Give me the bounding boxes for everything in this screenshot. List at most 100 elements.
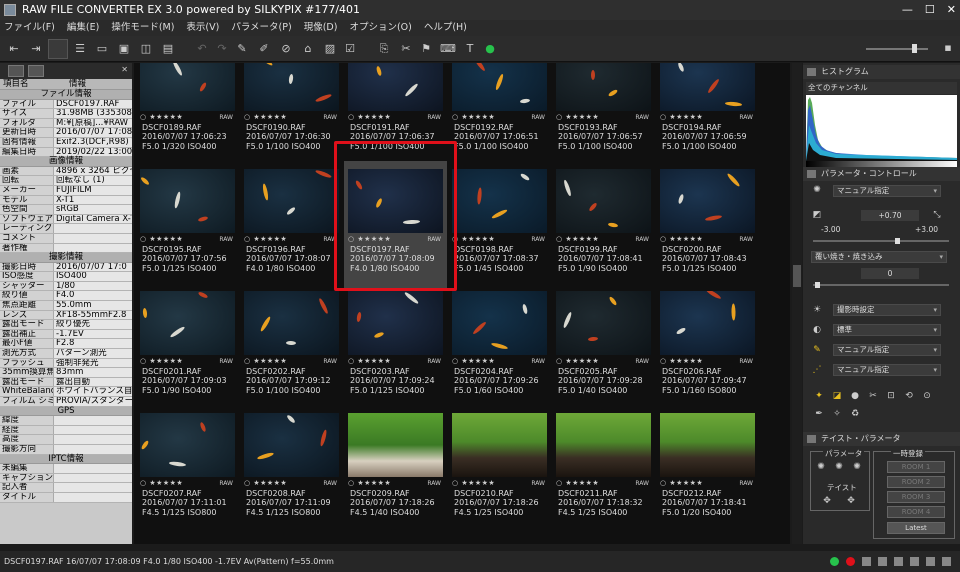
menu-mode[interactable]: 操作モード(M)	[111, 20, 174, 36]
thumbnail-card[interactable]: ○ ★★★★★ RAW DSCF0203.RAF 2016/07/07 17:09:2…	[344, 283, 447, 412]
info-row[interactable]: コメント	[0, 233, 132, 244]
menu-options[interactable]: オプション(O)	[349, 20, 411, 36]
rating-stars[interactable]: ○ ★★★★★	[244, 113, 287, 121]
info-row[interactable]: フラッシュ 強制非発光	[0, 358, 132, 369]
color-select[interactable]: マニュアル指定	[833, 364, 941, 376]
photo-thumbnail[interactable]	[244, 291, 339, 355]
photo-thumbnail[interactable]	[348, 63, 443, 111]
thumbnail-card[interactable]: ○ ★★★★★ RAW DSCF0194.RAF 2016/07/07 17:06:5…	[656, 63, 759, 168]
exposure-slider-knob[interactable]	[895, 238, 900, 244]
minimize-icon[interactable]: —	[902, 0, 913, 20]
check-icon[interactable]: ●	[482, 41, 498, 57]
status-icon-7[interactable]	[926, 557, 935, 566]
grid-scrollbar[interactable]	[792, 63, 802, 544]
thumbnail-card[interactable]: ○ ★★★★★ RAW DSCF0211.RAF 2016/07/07 17:18:3…	[552, 405, 655, 534]
photo-thumbnail[interactable]	[556, 169, 651, 233]
dodge-burn-slider[interactable]	[813, 284, 949, 286]
thumbnail-card[interactable]: ○ ★★★★★ RAW DSCF0193.RAF 2016/07/07 17:06:5…	[552, 63, 655, 168]
single-view-icon[interactable]: ▭	[94, 41, 110, 57]
status-ok-icon[interactable]	[830, 557, 839, 566]
thumbnail-card[interactable]: ○ ★★★★★ RAW DSCF0202.RAF 2016/07/07 17:09:1…	[240, 283, 343, 412]
info-tab-icon[interactable]	[8, 65, 24, 77]
info-row[interactable]: 経度	[0, 425, 132, 436]
thumbnail-card[interactable]: ○ ★★★★★ RAW DSCF0210.RAF 2016/07/07 17:18:2…	[448, 405, 551, 534]
rating-stars[interactable]: ○ ★★★★★	[452, 357, 495, 365]
rating-stars[interactable]: ○ ★★★★★	[452, 235, 495, 243]
zoom-slider[interactable]	[866, 48, 928, 50]
rating-stars[interactable]: ○ ★★★★★	[660, 113, 703, 121]
rating-stars[interactable]: ○ ★★★★★	[452, 479, 495, 487]
info-row[interactable]: タイトル	[0, 492, 132, 503]
info-row[interactable]: フォルダ M:¥[原稿]...¥RAW	[0, 118, 132, 129]
maximize-icon[interactable]: ☐	[925, 0, 935, 20]
tool-6-icon[interactable]: ☑	[342, 41, 358, 57]
grid-view-icon[interactable]	[48, 39, 68, 59]
info-row[interactable]: サイズ 31.98MB (3353088	[0, 109, 132, 119]
white-balance-icon[interactable]: ✺	[811, 184, 823, 196]
rating-stars[interactable]: ○ ★★★★★	[660, 357, 703, 365]
menu-edit[interactable]: 編集(E)	[67, 20, 99, 36]
dodge-burn-select[interactable]: 覆い焼き・焼き込み	[811, 251, 947, 263]
info-row[interactable]: レンズ XF18-55mmF2.8	[0, 310, 132, 321]
room-1-button[interactable]: ROOM 1	[887, 461, 945, 473]
rating-stars[interactable]: ○ ★★★★★	[140, 479, 183, 487]
status-icon-5[interactable]	[894, 557, 903, 566]
rating-stars[interactable]: ○ ★★★★★	[556, 113, 599, 121]
adjust-9-icon[interactable]: ✧	[831, 408, 843, 420]
latest-button[interactable]: Latest	[887, 522, 945, 534]
param-preset-2-icon[interactable]: ✺	[833, 461, 845, 473]
photo-thumbnail[interactable]	[140, 169, 235, 233]
color-icon[interactable]: ⋰	[811, 364, 823, 376]
rating-stars[interactable]: ○ ★★★★★	[348, 357, 391, 365]
thumbnail-card[interactable]: ○ ★★★★★ RAW DSCF0198.RAF 2016/07/07 17:08:3…	[448, 161, 551, 290]
rating-stars[interactable]: ○ ★★★★★	[348, 479, 391, 487]
photo-thumbnail[interactable]	[348, 291, 443, 355]
thumbnail-card[interactable]: ○ ★★★★★ RAW DSCF0204.RAF 2016/07/07 17:09:2…	[448, 283, 551, 412]
menu-parameter[interactable]: パラメータ(P)	[231, 20, 291, 36]
adjust-3-icon[interactable]: ●	[849, 390, 861, 402]
thumbnail-card[interactable]: ○ ★★★★★ RAW DSCF0212.RAF 2016/07/07 17:18:4…	[656, 405, 759, 534]
panel-close-icon[interactable]: ✕	[121, 65, 128, 74]
thumbnail-card[interactable]: ○ ★★★★★ RAW DSCF0201.RAF 2016/07/07 17:09:0…	[136, 283, 239, 412]
info-row[interactable]: 更新日時 2016/07/07 17:08:	[0, 128, 132, 138]
menu-file[interactable]: ファイル(F)	[4, 20, 55, 36]
room-3-button[interactable]: ROOM 3	[887, 491, 945, 503]
status-icon-6[interactable]	[910, 557, 919, 566]
info-row[interactable]: 露出モード 絞り優先	[0, 320, 132, 330]
info-row[interactable]: 焦点距離 55.0mm	[0, 301, 132, 311]
rating-stars[interactable]: ○ ★★★★★	[452, 113, 495, 121]
rating-stars[interactable]: ○ ★★★★★	[556, 235, 599, 243]
info-row[interactable]: 回転 回転なし (1)	[0, 176, 132, 186]
photo-thumbnail[interactable]	[244, 169, 339, 233]
rating-stars[interactable]: ○ ★★★★★	[244, 235, 287, 243]
scrollbar-thumb[interactable]	[793, 265, 801, 287]
photo-thumbnail[interactable]	[660, 63, 755, 111]
photo-thumbnail[interactable]	[556, 63, 651, 111]
info-row[interactable]: 撮影日時 2016/07/07 17:0	[0, 262, 132, 273]
info-row[interactable]: 固有情報 Exif2.3(DCF,R98) Y	[0, 137, 132, 148]
redo-icon[interactable]: ↷	[214, 41, 230, 57]
info-row[interactable]: 画素4896 x 3264 ピクセル	[0, 166, 132, 177]
compare-view-icon[interactable]: ◫	[138, 41, 154, 57]
thumbnail-card[interactable]: ○ ★★★★★ RAW DSCF0189.RAF 2016/07/07 17:06:2…	[136, 63, 239, 168]
status-icon-3[interactable]	[862, 557, 871, 566]
rating-stars[interactable]: ○ ★★★★★	[348, 113, 391, 121]
info-row[interactable]: ISO感度 ISO400	[0, 272, 132, 282]
thumbnail-card[interactable]: ○ ★★★★★ RAW DSCF0206.RAF 2016/07/07 17:09:4…	[656, 283, 759, 412]
menu-help[interactable]: ヘルプ(H)	[424, 20, 467, 36]
tone-icon[interactable]: ◐	[811, 324, 823, 336]
photo-thumbnail[interactable]	[244, 63, 339, 111]
tool-9-icon[interactable]: ⚑	[418, 41, 434, 57]
photo-thumbnail[interactable]	[452, 291, 547, 355]
thumbnail-card[interactable]: ○ ★★★★★ RAW DSCF0208.RAF 2016/07/07 17:11:0…	[240, 405, 343, 534]
menu-develop[interactable]: 現像(D)	[304, 20, 338, 36]
import-icon[interactable]: ⇤	[6, 41, 22, 57]
menu-view[interactable]: 表示(V)	[186, 20, 219, 36]
tool-2-icon[interactable]: ✐	[256, 41, 272, 57]
info-row[interactable]: キャプション	[0, 473, 132, 484]
tool-1-icon[interactable]: ✎	[234, 41, 250, 57]
room-4-button[interactable]: ROOM 4	[887, 506, 945, 518]
adjust-5-icon[interactable]: ⊡	[885, 390, 897, 402]
taste-preset-2-icon[interactable]: ✥	[845, 495, 857, 507]
taste-preset-1-icon[interactable]: ✥	[821, 495, 833, 507]
